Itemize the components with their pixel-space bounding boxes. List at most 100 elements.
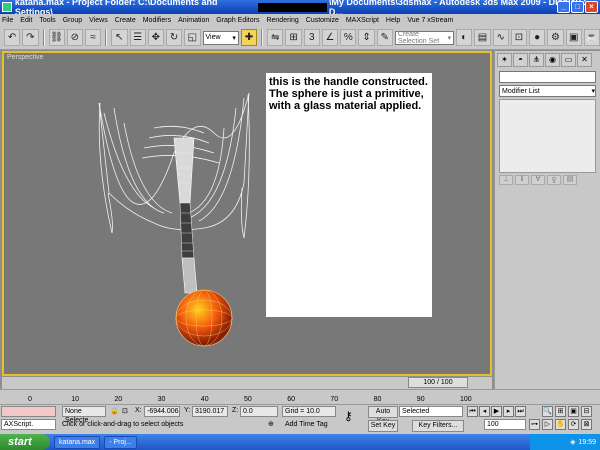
rendered-frame-icon[interactable]: ▣ — [565, 29, 582, 46]
track-bar[interactable]: 0 10 20 30 40 50 60 70 80 90 100 — [0, 389, 600, 404]
field-of-view-icon[interactable]: ▷ — [542, 419, 553, 430]
menu-item-file[interactable]: File — [2, 17, 13, 24]
undo-icon[interactable]: ↶ — [4, 29, 21, 46]
hierarchy-tab-icon[interactable]: ⋔ — [529, 53, 544, 67]
select-by-name-icon[interactable]: ☰ — [129, 29, 146, 46]
close-button[interactable]: × — [585, 1, 598, 13]
select-object-icon[interactable]: ↖ — [111, 29, 128, 46]
menu-item-customize[interactable]: Customize — [306, 17, 339, 24]
render-setup-icon[interactable]: ⚙ — [547, 29, 564, 46]
current-frame-field[interactable]: 100 — [484, 419, 526, 430]
time-slider[interactable]: 100 / 100 — [2, 377, 492, 389]
select-move-icon[interactable]: ✥ — [147, 29, 164, 46]
key-mode-dropdown[interactable]: Selected — [399, 406, 463, 417]
align-icon[interactable]: ⊞ — [285, 29, 302, 46]
trackbar-tick: 60 — [287, 396, 295, 403]
previous-frame-icon[interactable]: ◂ — [479, 406, 490, 417]
zoom-extents-icon[interactable]: ▣ — [568, 406, 579, 417]
show-end-result-icon[interactable]: ‖ — [515, 175, 529, 185]
mirror-icon[interactable]: ⇋ — [267, 29, 284, 46]
menu-item-help[interactable]: Help — [386, 17, 400, 24]
time-slider-thumb[interactable]: 100 / 100 — [408, 377, 468, 388]
curve-editor-icon[interactable]: ∿ — [492, 29, 509, 46]
angle-snap-icon[interactable]: ∠ — [321, 29, 339, 46]
absolute-mode-icon[interactable]: ⊡ — [122, 407, 128, 415]
snap-toggle-icon[interactable]: 3 — [303, 29, 320, 46]
percent-snap-icon[interactable]: % — [340, 29, 357, 46]
zoom-all-icon[interactable]: ⊞ — [555, 406, 566, 417]
reference-coord-dropdown[interactable]: View ▾ — [202, 30, 239, 45]
redo-icon[interactable]: ↷ — [22, 29, 39, 46]
add-time-tag-button[interactable]: Add Time Tag — [285, 421, 328, 428]
zoom-extents-all-icon[interactable]: ⊟ — [581, 406, 592, 417]
tray-icon[interactable]: ◈ — [570, 438, 575, 446]
menu-item-group[interactable]: Group — [63, 17, 82, 24]
unlink-icon[interactable]: ⊘ — [66, 29, 83, 46]
set-key-button[interactable]: Set Key — [368, 420, 398, 432]
pin-stack-icon[interactable]: ⊥ — [499, 175, 513, 185]
menu-item-rendering[interactable]: Rendering — [266, 17, 298, 24]
modifier-stack[interactable] — [499, 99, 596, 173]
taskbar-item-project[interactable]: - Proj... — [104, 435, 137, 449]
maximize-viewport-icon[interactable]: ⊠ — [581, 419, 592, 430]
menu-item-maxscript[interactable]: MAXScript — [346, 17, 379, 24]
pan-icon[interactable]: ✋ — [555, 419, 566, 430]
bind-space-warp-icon[interactable]: ≈ — [85, 29, 102, 46]
menu-item-views[interactable]: Views — [89, 17, 108, 24]
minimize-button[interactable]: _ — [557, 1, 570, 13]
maximize-button[interactable]: □ — [571, 1, 584, 13]
menu-item-create[interactable]: Create — [115, 17, 136, 24]
link-icon[interactable]: ⛓ — [48, 29, 65, 46]
configure-modifier-sets-icon[interactable]: ▤ — [563, 175, 577, 185]
pivot-center-icon[interactable]: ✚ — [240, 29, 258, 46]
next-frame-icon[interactable]: ▸ — [503, 406, 514, 417]
menu-item-tools[interactable]: Tools — [39, 17, 55, 24]
material-editor-icon[interactable]: ● — [529, 29, 546, 46]
mirror-tool-icon[interactable]: ◐ — [456, 29, 473, 46]
schematic-view-icon[interactable]: ⊡ — [510, 29, 528, 46]
y-label: Y: — [184, 407, 191, 414]
taskbar-item-3dsmax[interactable]: katana.max — [54, 435, 101, 449]
motion-tab-icon[interactable]: ◉ — [545, 53, 560, 67]
z-coordinate-field[interactable]: 0.0 — [240, 406, 278, 417]
edit-named-sets-icon[interactable]: ✎ — [376, 29, 393, 46]
menu-item-modifiers[interactable]: Modifiers — [143, 17, 171, 24]
go-to-end-icon[interactable]: ⏭ — [515, 406, 526, 417]
display-tab-icon[interactable]: ▭ — [561, 53, 576, 67]
perspective-viewport[interactable]: Perspective this is the handle construct… — [2, 51, 492, 376]
select-rotate-icon[interactable]: ↻ — [166, 29, 183, 46]
spinner-snap-icon[interactable]: ⇕ — [358, 29, 375, 46]
start-button[interactable]: start — [0, 434, 50, 450]
modify-tab-icon[interactable]: ◓ — [513, 53, 528, 67]
auto-key-button[interactable]: Auto Key — [368, 406, 398, 425]
orbit-icon[interactable]: ⟳ — [568, 419, 579, 430]
lock-icon[interactable]: 🔒 — [110, 407, 119, 415]
windows-taskbar: start katana.max - Proj... ◈ 19:59 — [0, 434, 600, 450]
time-tag-icon[interactable]: ⊕ — [268, 420, 274, 428]
play-icon[interactable]: ▶ — [491, 406, 502, 417]
menu-item-vue-7-xstream[interactable]: Vue 7 xStream — [407, 17, 453, 24]
select-scale-icon[interactable]: ◱ — [184, 29, 201, 46]
modifier-list-dropdown[interactable]: Modifier List ▾ — [499, 85, 596, 97]
layer-manager-icon[interactable]: ▤ — [474, 29, 491, 46]
utilities-tab-icon[interactable]: ✕ — [577, 53, 592, 67]
render-icon[interactable]: ☕ — [583, 29, 600, 46]
menu-item-animation[interactable]: Animation — [178, 17, 209, 24]
key-mode-toggle-icon[interactable]: ⊶ — [529, 419, 540, 430]
menu-item-edit[interactable]: Edit — [20, 17, 32, 24]
grid-size: Grid = 10.0 — [282, 406, 336, 417]
key-filters-button[interactable]: Key Filters... — [412, 420, 464, 432]
selection-count: None Selecte — [62, 406, 106, 424]
maxscript-listener-pink[interactable] — [1, 406, 56, 417]
menu-item-graph-editors[interactable]: Graph Editors — [216, 17, 259, 24]
make-unique-icon[interactable]: ∀ — [531, 175, 545, 185]
create-tab-icon[interactable]: ✶ — [497, 53, 512, 67]
named-selection-set-input[interactable]: Create Selection Set ▾ — [394, 30, 455, 45]
y-coordinate-field[interactable]: 3190.017 — [192, 406, 228, 417]
zoom-icon[interactable]: 🔍 — [542, 406, 553, 417]
object-name-input[interactable] — [499, 71, 596, 83]
remove-modifier-icon[interactable]: ƍ — [547, 175, 561, 185]
go-to-start-icon[interactable]: ⏮ — [467, 406, 478, 417]
x-coordinate-field[interactable]: -6944.006 — [144, 406, 180, 417]
maxscript-mini-listener[interactable]: AXScript. — [1, 419, 56, 430]
